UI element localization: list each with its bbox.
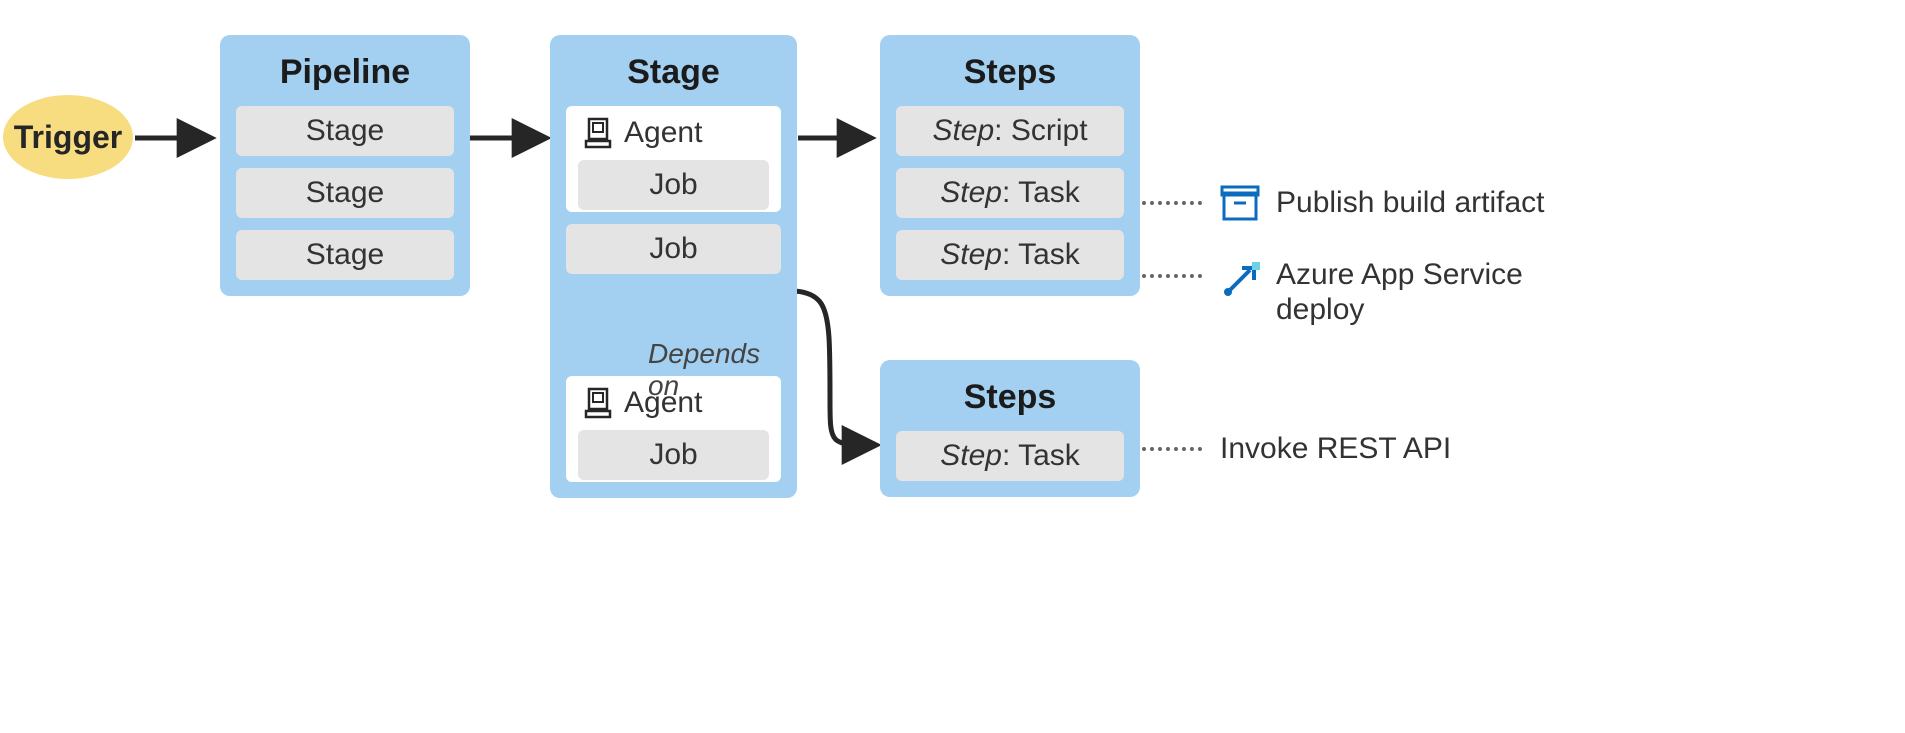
- step-suffix: : Script: [994, 114, 1087, 147]
- depends-on-label: Depends on: [648, 338, 778, 402]
- annotation-text: Azure App Service deploy: [1276, 258, 1596, 327]
- job-row: Job: [578, 160, 769, 210]
- pipeline-title: Pipeline: [236, 53, 454, 92]
- deploy-icon: [1220, 260, 1260, 300]
- annotation-deploy: Azure App Service deploy: [1142, 258, 1596, 327]
- pipeline-stage-row: Stage: [236, 168, 454, 218]
- step-suffix: : Task: [1002, 238, 1080, 271]
- pipeline-stage-row: Stage: [236, 106, 454, 156]
- annotation-text: Invoke REST API: [1220, 432, 1451, 466]
- steps-panel-1: Steps Step: Script Step: Task Step: Task: [880, 35, 1140, 296]
- job-row-middle: Job: [566, 224, 781, 274]
- steps-panel-2: Steps Step: Task: [880, 360, 1140, 497]
- dotted-connector: [1142, 274, 1202, 278]
- annotation-publish: Publish build artifact: [1142, 183, 1544, 223]
- pipeline-panel: Pipeline Stage Stage Stage: [220, 35, 470, 296]
- step-row: Step: Task: [896, 168, 1124, 218]
- step-suffix: : Task: [1002, 176, 1080, 209]
- agent-group-1: Agent Job: [566, 106, 781, 212]
- step-prefix: Step: [932, 114, 994, 147]
- agent-icon: [584, 117, 612, 149]
- stage-title: Stage: [566, 53, 781, 92]
- step-prefix: Step: [940, 176, 1002, 209]
- step-row: Step: Task: [896, 431, 1124, 481]
- step-row: Step: Script: [896, 106, 1124, 156]
- steps-title: Steps: [896, 378, 1124, 417]
- artifact-icon: [1220, 183, 1260, 223]
- job-row: Job: [578, 430, 769, 480]
- dotted-connector: [1142, 201, 1202, 205]
- annotation-text: Publish build artifact: [1276, 186, 1544, 220]
- dotted-connector: [1142, 447, 1202, 451]
- stage-panel: Stage Agent Job Job Agent Job: [550, 35, 797, 498]
- steps-title: Steps: [896, 53, 1124, 92]
- trigger-label: Trigger: [14, 119, 122, 156]
- agent-label: Agent: [624, 116, 702, 150]
- step-suffix: : Task: [1002, 439, 1080, 472]
- agent-icon: [584, 387, 612, 419]
- step-prefix: Step: [940, 238, 1002, 271]
- agent-row: Agent: [578, 116, 769, 150]
- annotation-invoke: Invoke REST API: [1142, 432, 1451, 466]
- diagram-canvas: Trigger Pipeline Stage Stage Stage Stag: [0, 0, 1905, 733]
- step-row: Step: Task: [896, 230, 1124, 280]
- trigger-node: Trigger: [3, 95, 133, 179]
- pipeline-stage-row: Stage: [236, 230, 454, 280]
- step-prefix: Step: [940, 439, 1002, 472]
